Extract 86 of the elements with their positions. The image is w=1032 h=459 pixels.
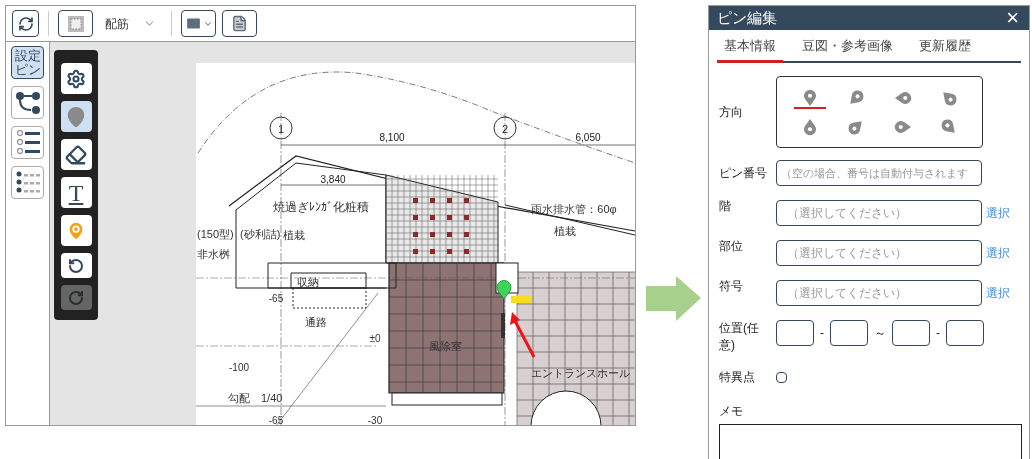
gear-icon xyxy=(66,68,86,89)
field-label: 部位 xyxy=(719,238,744,255)
refresh-button[interactable] xyxy=(12,10,39,37)
mail-button[interactable] xyxy=(181,10,216,37)
position-field[interactable] xyxy=(892,320,930,346)
big-arrow-icon xyxy=(646,276,701,321)
dimension-label: 8,100 xyxy=(379,132,405,143)
document-button[interactable] xyxy=(222,10,257,37)
field-label: ピン番号 xyxy=(719,165,768,182)
pin-number-field[interactable]: （空の場合、番号は自動付与されます xyxy=(776,160,982,186)
refresh-icon xyxy=(17,15,34,32)
position-field[interactable] xyxy=(830,320,868,346)
frame-icon xyxy=(66,14,85,33)
pin-direction-icon xyxy=(847,88,866,107)
tool-button[interactable] xyxy=(60,253,92,278)
sidebar-button[interactable] xyxy=(11,126,44,159)
sidebar-button[interactable] xyxy=(11,86,44,119)
plan-label: (150型) xyxy=(197,228,234,240)
select-field[interactable]: （選択してください） xyxy=(776,280,982,306)
tab[interactable]: 豆図・参考画像 xyxy=(795,35,900,63)
field-label: 特異点 xyxy=(719,369,756,386)
pin-marker-icon xyxy=(496,280,512,300)
pin-direction-icon xyxy=(939,117,958,136)
plan-label: 植栽 xyxy=(554,225,576,237)
select-field[interactable]: （選択してください） xyxy=(776,200,982,226)
separator-text: ～ xyxy=(873,325,887,342)
memo-field[interactable] xyxy=(719,424,1022,459)
plan-label: 風除室 xyxy=(428,340,462,352)
envelope-icon xyxy=(184,15,202,32)
tab[interactable]: 更新履歴 xyxy=(912,35,978,63)
dimension-label: 6,050 xyxy=(575,132,601,143)
document-icon xyxy=(231,15,248,32)
checkbox[interactable] xyxy=(776,371,787,383)
tool-button[interactable] xyxy=(60,63,92,94)
select-link[interactable]: 選択 xyxy=(986,244,1010,262)
pin-table-icon xyxy=(14,170,41,195)
field-label: 符号 xyxy=(719,278,744,295)
plan-label: 通路 xyxy=(305,316,327,328)
level-label: -100 xyxy=(229,362,249,373)
field-label: メモ xyxy=(719,403,744,420)
undo-icon xyxy=(68,257,84,274)
select-link[interactable]: 選択 xyxy=(986,204,1010,222)
redo-icon xyxy=(68,289,84,306)
plan-label: エントランスホール xyxy=(530,367,630,379)
position-field[interactable] xyxy=(776,320,814,346)
pointer-arrow xyxy=(510,312,536,358)
level-label: -30 xyxy=(367,415,383,425)
tool-button[interactable] xyxy=(60,139,92,170)
tool-button[interactable]: T xyxy=(60,177,92,208)
tool-button[interactable] xyxy=(60,215,92,246)
field-label: 階 xyxy=(719,198,732,215)
dimension-label: 3,840 xyxy=(320,174,346,185)
direction-picker[interactable] xyxy=(776,76,983,148)
highlight-marker xyxy=(511,296,532,303)
level-label: ±0 xyxy=(369,333,381,344)
plan-label: 植栽 xyxy=(283,229,305,241)
plan-label: 雨水排水管：60φ xyxy=(531,203,617,215)
close-button[interactable]: × xyxy=(1004,6,1021,29)
tab[interactable]: 基本情報 xyxy=(717,35,783,63)
layer-dropdown[interactable]: 配筋 xyxy=(99,10,162,37)
field-label: 方向 xyxy=(719,104,744,121)
field-label: 位置(任意) xyxy=(719,320,760,354)
pin-list-icon xyxy=(14,129,41,156)
text-tool-icon: T xyxy=(68,180,84,205)
select-field[interactable]: （選択してください） xyxy=(776,240,982,266)
level-label: -65 xyxy=(268,415,284,425)
grid-number: 2 xyxy=(501,123,509,135)
position-field[interactable] xyxy=(946,320,984,346)
panel-title: ピン編集 xyxy=(717,7,777,28)
grid-number: 1 xyxy=(277,123,285,135)
tool-button[interactable] xyxy=(60,101,92,132)
pin-settings-button[interactable]: 設定ピン xyxy=(11,46,44,79)
plan-label: 焼過ぎﾚﾝｶﾞ化粧積 xyxy=(273,200,369,214)
plan-label: 収納 xyxy=(297,276,319,288)
separator-text: - xyxy=(935,325,941,342)
pin-icon xyxy=(65,105,87,128)
separator-text: - xyxy=(819,325,825,342)
sidebar-button[interactable] xyxy=(11,166,44,199)
route-icon xyxy=(14,90,41,115)
level-label: -65 xyxy=(268,293,284,304)
plan-label: (砂利詰) xyxy=(240,228,281,240)
plan-label: 非水桝 xyxy=(197,248,230,260)
select-link[interactable]: 選択 xyxy=(986,284,1010,302)
frame-button[interactable] xyxy=(58,10,93,37)
eraser-icon xyxy=(65,143,87,166)
plan-label: 勾配 1/40 xyxy=(228,392,283,404)
